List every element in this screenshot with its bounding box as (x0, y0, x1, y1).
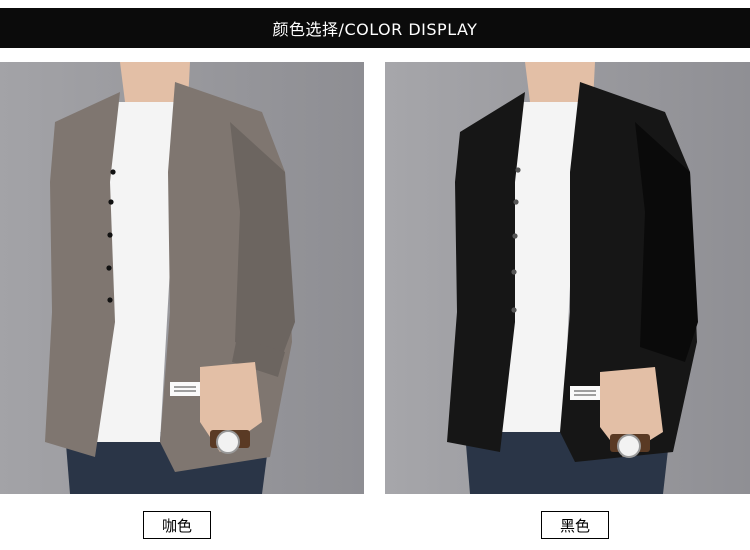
color-label-brown[interactable]: 咖色 (143, 511, 211, 539)
product-photo-brown (0, 62, 364, 494)
model-illustration-black (385, 62, 750, 494)
product-photo-black (385, 62, 750, 494)
section-title: 颜色选择/COLOR DISPLAY (272, 20, 478, 39)
color-label-black[interactable]: 黑色 (541, 511, 609, 539)
header-bar: 颜色选择/COLOR DISPLAY (0, 8, 750, 48)
model-illustration-brown (0, 62, 364, 494)
